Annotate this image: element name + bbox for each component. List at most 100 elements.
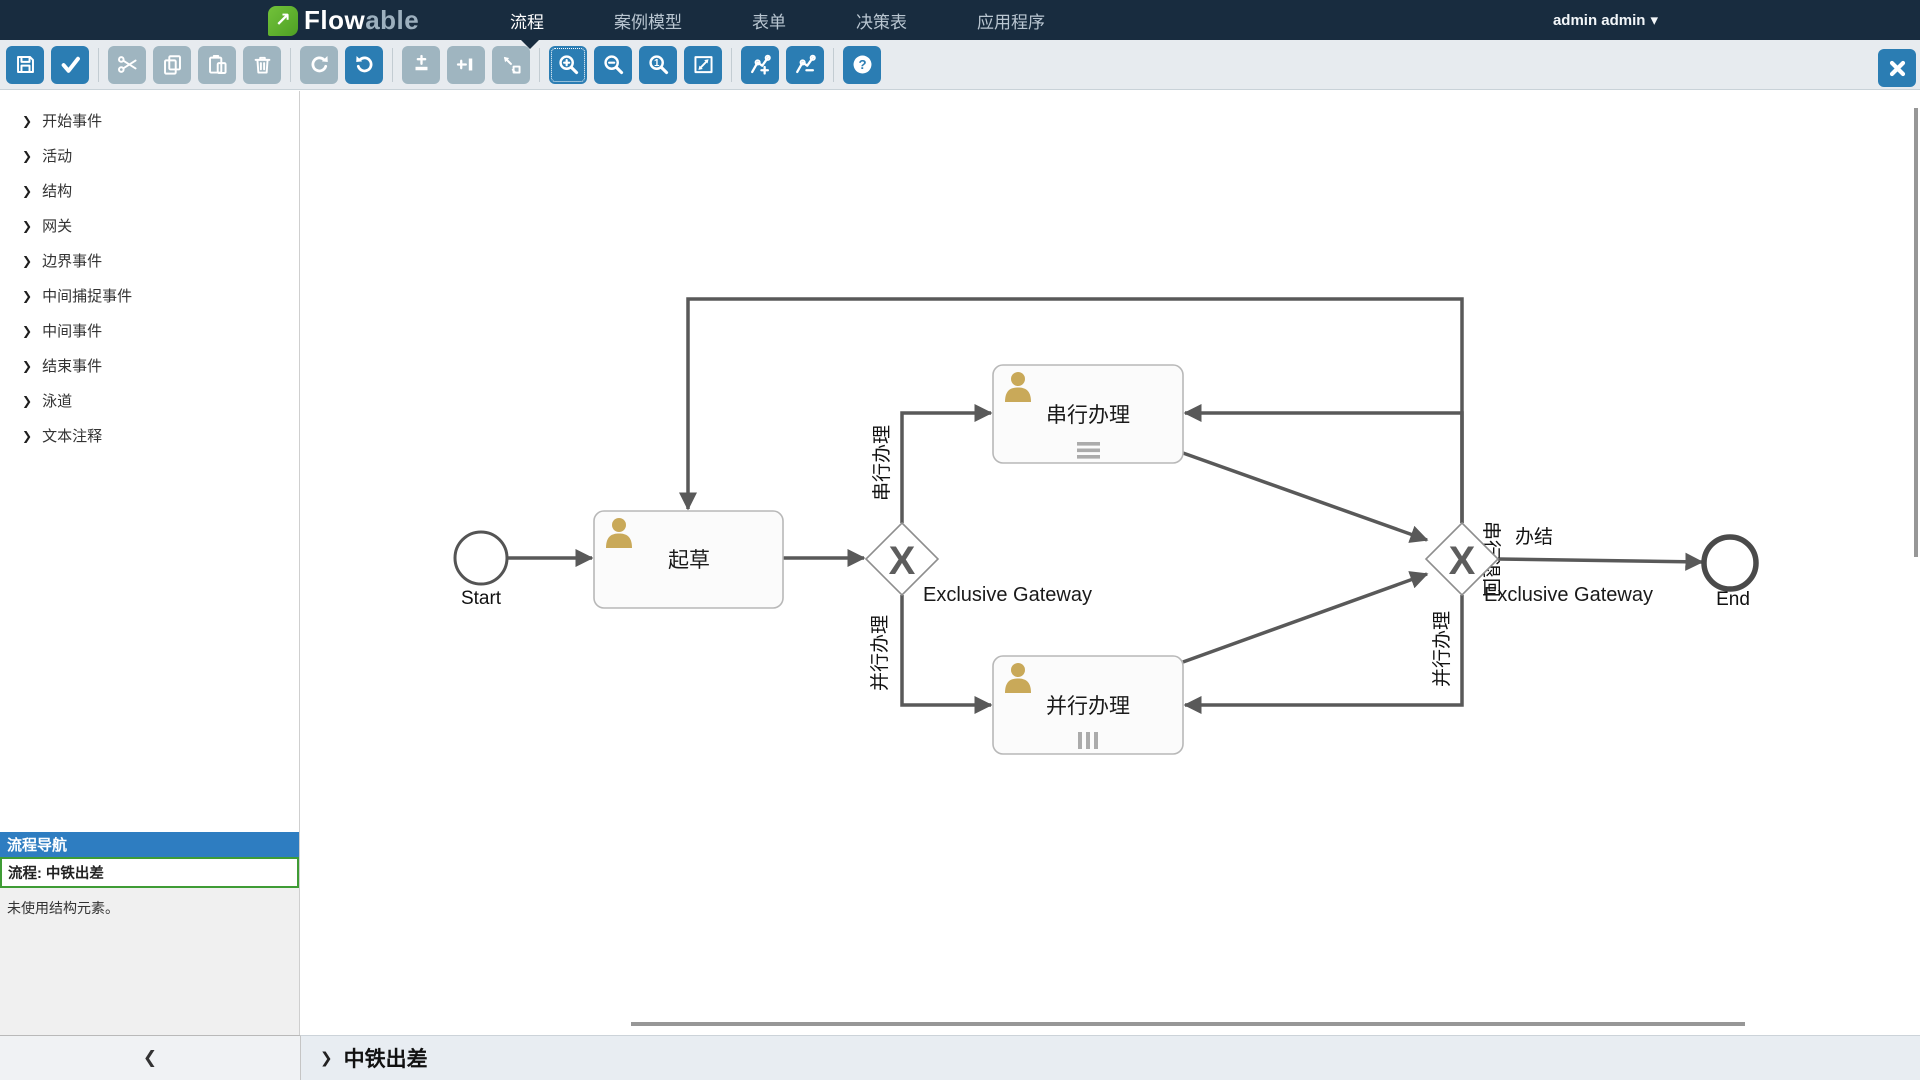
flowable-logo[interactable]: ↗ Flowable: [268, 5, 419, 36]
shape-palette-sidebar: ❯开始事件❯活动❯结构❯网关❯边界事件❯中间捕捉事件❯中间事件❯结束事件❯泳道❯…: [0, 91, 300, 1035]
sidebar-item-边界事件[interactable]: ❯边界事件: [0, 243, 299, 278]
zoom-actual-button[interactable]: 1: [639, 46, 677, 84]
sidebar-item-文本注释[interactable]: ❯文本注释: [0, 418, 299, 453]
chevron-down-icon: ▾: [1650, 11, 1658, 29]
active-tab-caret: [521, 40, 539, 49]
sidebar-item-label: 开始事件: [42, 110, 102, 131]
svg-text:?: ?: [858, 57, 866, 72]
user-task-serial[interactable]: 串行办理: [993, 365, 1183, 463]
chevron-right-icon: ❯: [22, 184, 32, 198]
exclusive-gateway-x-icon: X: [889, 539, 916, 583]
toolbar-group: 1: [549, 46, 722, 84]
user-name: admin admin: [1553, 12, 1646, 29]
redo-button[interactable]: [300, 46, 338, 84]
chevron-right-icon: ❯: [22, 324, 32, 338]
canvas-vertical-scrollbar[interactable]: [1914, 108, 1918, 557]
align-horizontal-button[interactable]: [447, 46, 485, 84]
start-event-label: Start: [461, 588, 502, 609]
sidebar-item-结构[interactable]: ❯ 结构: [0, 173, 299, 208]
process-navigator-panel: 流程导航 流程: 中铁出差 未使用结构元素。: [0, 832, 299, 1035]
user-menu[interactable]: admin admin ▾: [1553, 0, 1658, 40]
tab-决策表[interactable]: 决策表: [856, 8, 907, 33]
undo-button[interactable]: [345, 46, 383, 84]
sidebar-item-活动[interactable]: ❯活动: [0, 138, 299, 173]
parallel-multi-instance-icon: [1078, 732, 1098, 749]
cut-icon: [116, 53, 139, 76]
sidebar-item-label: 结构: [42, 180, 72, 201]
align-vertical-button[interactable]: [402, 46, 440, 84]
process-navigator-note: 未使用结构元素。: [0, 888, 299, 928]
zoom-fit-icon: [692, 53, 715, 76]
chevron-right-icon: ❯: [22, 289, 32, 303]
help-button[interactable]: ?: [843, 46, 881, 84]
sidebar-item-网关[interactable]: ❯网关: [0, 208, 299, 243]
end-event-label: End: [1716, 589, 1750, 610]
zoom-actual-icon: 1: [647, 53, 670, 76]
save-icon: [14, 53, 37, 76]
remove-bendpoint-button[interactable]: [786, 46, 824, 84]
sidebar-item-泳道[interactable]: ❯泳道: [0, 383, 299, 418]
toolbar-group: [300, 46, 383, 84]
sidebar-item-中间事件[interactable]: ❯ 中间事件: [0, 313, 299, 348]
collapse-sidebar-button[interactable]: ❮: [143, 1048, 157, 1068]
sidebar-item-中间捕捉事件[interactable]: ❯ 中间捕捉事件: [0, 278, 299, 313]
add-bendpoint-button[interactable]: [741, 46, 779, 84]
process-navigator-current[interactable]: 流程: 中铁出差: [0, 857, 299, 888]
sidebar-footer: ❮: [0, 1035, 300, 1080]
exclusive-gateway-1-label: Exclusive Gateway: [923, 584, 1092, 606]
delete-icon: [251, 53, 274, 76]
exclusive-gateway-1[interactable]: X Exclusive Gateway: [866, 523, 1092, 606]
breadcrumb-process-name[interactable]: 中铁出差: [344, 1043, 428, 1073]
flowable-logo-text: Flowable: [304, 5, 419, 36]
zoom-out-button[interactable]: [594, 46, 632, 84]
align-vertical-icon: [410, 53, 433, 76]
sidebar-item-label: 中间事件: [42, 320, 102, 341]
flow-gateway2-to-end[interactable]: [1498, 559, 1702, 562]
user-task-draft[interactable]: 起草: [594, 511, 783, 608]
flow-serial-to-gateway2[interactable]: [1183, 453, 1427, 540]
sidebar-item-label: 中间捕捉事件: [42, 285, 132, 306]
editor-toolbar: 1?: [0, 40, 1920, 90]
flow-parallel-to-gateway2[interactable]: [1183, 574, 1427, 662]
toolbar-separator: [731, 48, 732, 82]
zoom-in-icon: [557, 53, 580, 76]
bpmn-canvas[interactable]: 串行办理 并行办理 串行退回 并行办理 办结 Start 起草 串行办理: [301, 91, 1920, 1035]
zoom-in-button[interactable]: [549, 46, 587, 84]
process-navigator-header: 流程导航: [0, 832, 299, 857]
sidebar-item-结束事件[interactable]: ❯结束事件: [0, 348, 299, 383]
sidebar-item-label: 活动: [42, 145, 72, 166]
paste-button[interactable]: [198, 46, 236, 84]
flow-gateway1-to-serial[interactable]: [902, 413, 991, 523]
canvas-horizontal-scrollbar[interactable]: [631, 1022, 1745, 1026]
delete-button[interactable]: [243, 46, 281, 84]
close-editor-button[interactable]: [1878, 49, 1916, 87]
sequential-multi-instance-icon: [1077, 442, 1100, 459]
flow-label-to-serial: 串行办理: [871, 425, 893, 501]
user-task-draft-label: 起草: [668, 549, 710, 572]
copy-button[interactable]: [153, 46, 191, 84]
sidebar-item-label: 结束事件: [42, 355, 102, 376]
brand-text-secondary: able: [365, 5, 419, 35]
tab-流程[interactable]: 流程: [510, 8, 544, 33]
toolbar-separator: [833, 48, 834, 82]
cut-button[interactable]: [108, 46, 146, 84]
validate-button[interactable]: [51, 46, 89, 84]
tab-应用程序[interactable]: 应用程序: [977, 8, 1045, 33]
tab-表单[interactable]: 表单: [752, 8, 786, 33]
tab-案例模型[interactable]: 案例模型: [614, 8, 682, 33]
sequence-flows: [507, 299, 1702, 705]
top-navbar: ↗ Flowable 流程 案例模型 表单 决策表 应用程序 admin admin ▾: [0, 0, 1920, 40]
sidebar-item-开始事件[interactable]: ❯开始事件: [0, 103, 299, 138]
undo-icon: [353, 53, 376, 76]
start-event-node[interactable]: Start: [455, 532, 507, 609]
zoom-fit-button[interactable]: [684, 46, 722, 84]
toolbar-group: [402, 46, 530, 84]
save-button[interactable]: [6, 46, 44, 84]
sidebar-item-label: 泳道: [42, 390, 72, 411]
same-size-button[interactable]: [492, 46, 530, 84]
user-task-parallel[interactable]: 并行办理: [993, 656, 1183, 754]
user-task-parallel-label: 并行办理: [1046, 695, 1130, 718]
flow-gateway1-to-parallel[interactable]: [902, 595, 991, 705]
navbar-tabs: 流程 案例模型 表单 决策表 应用程序: [510, 0, 1045, 40]
end-event-node[interactable]: End: [1704, 537, 1756, 610]
